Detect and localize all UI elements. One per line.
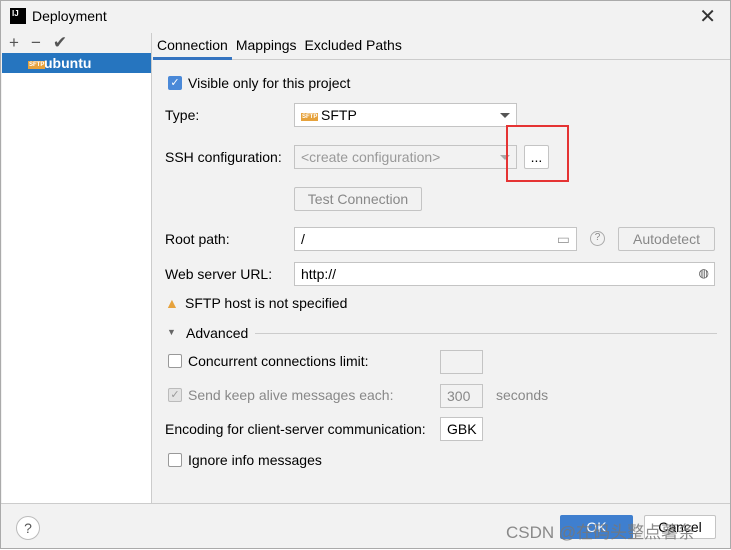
chevron-down-icon — [500, 113, 510, 118]
tab-bar: Connection Mappings Excluded Paths — [153, 33, 730, 60]
sftp-icon: SFTP — [28, 61, 46, 69]
tab-connection[interactable]: Connection — [153, 33, 232, 60]
window-title: Deployment — [32, 8, 107, 24]
help-icon[interactable]: ? — [590, 231, 605, 246]
set-default-icon[interactable]: ✔ — [53, 33, 67, 53]
type-value: SFTP — [321, 107, 357, 123]
tab-mappings[interactable]: Mappings — [232, 33, 301, 60]
warning-text: SFTP host is not specified — [185, 295, 348, 311]
type-select[interactable]: SFTP SFTP — [294, 103, 517, 127]
encoding-input[interactable]: GBK — [440, 417, 483, 441]
root-path-value: / — [301, 231, 305, 247]
server-label: ubuntu — [44, 55, 92, 71]
tab-excluded-paths[interactable]: Excluded Paths — [301, 33, 406, 60]
keepalive-checkbox[interactable]: ✓ — [168, 388, 182, 402]
web-url-value: http:// — [301, 266, 337, 282]
keepalive-label: Send keep alive messages each: — [188, 387, 394, 403]
add-icon[interactable]: + — [9, 33, 19, 53]
deployment-dialog: IJ Deployment ✕ + − ✔ SFTP ubuntu Connec… — [0, 0, 731, 549]
close-button[interactable]: ✕ — [699, 4, 716, 29]
root-path-label: Root path: — [165, 231, 230, 247]
concurrent-checkbox[interactable] — [168, 354, 182, 368]
help-button[interactable]: ? — [16, 516, 40, 540]
ssh-config-select[interactable]: <create configuration> — [294, 145, 517, 169]
folder-icon[interactable]: ▭ — [557, 231, 570, 248]
ignore-info-label: Ignore info messages — [188, 452, 322, 468]
visible-only-label: Visible only for this project — [188, 75, 351, 91]
web-url-label: Web server URL: — [165, 266, 273, 282]
ssh-config-label: SSH configuration: — [165, 149, 282, 165]
web-url-input[interactable]: http:// ◍ — [294, 262, 715, 286]
encoding-label: Encoding for client-server communication… — [165, 421, 426, 437]
ignore-info-checkbox[interactable] — [168, 453, 182, 467]
autodetect-button[interactable]: Autodetect — [618, 227, 715, 251]
root-path-input[interactable]: / ▭ — [294, 227, 577, 251]
ssh-config-placeholder: <create configuration> — [301, 149, 441, 165]
server-sidebar: + − ✔ SFTP ubuntu — [1, 33, 152, 503]
remove-icon[interactable]: − — [31, 33, 41, 53]
seconds-label: seconds — [496, 387, 549, 403]
title-bar: IJ Deployment ✕ — [1, 1, 730, 33]
advanced-toggle[interactable]: Advanced — [186, 325, 248, 341]
server-list: SFTP ubuntu — [2, 53, 151, 503]
type-label: Type: — [165, 107, 200, 123]
highlight-box — [506, 125, 569, 182]
visible-only-checkbox[interactable]: ✓ — [168, 76, 182, 90]
warning-icon: ▲ — [165, 295, 179, 311]
keepalive-input[interactable]: 300 — [440, 384, 483, 408]
server-item-ubuntu[interactable]: SFTP ubuntu — [2, 53, 151, 73]
test-connection-button[interactable]: Test Connection — [294, 187, 422, 211]
intellij-logo-icon: IJ — [10, 8, 26, 24]
globe-icon[interactable]: ◍ — [699, 266, 709, 280]
concurrent-input[interactable] — [440, 350, 483, 374]
advanced-divider — [255, 333, 717, 334]
collapse-arrow-icon[interactable]: ▼ — [167, 327, 176, 337]
sftp-icon: SFTP — [301, 113, 319, 121]
concurrent-label: Concurrent connections limit: — [188, 353, 369, 369]
watermark: CSDN @在码头整点薯条 — [506, 523, 696, 542]
